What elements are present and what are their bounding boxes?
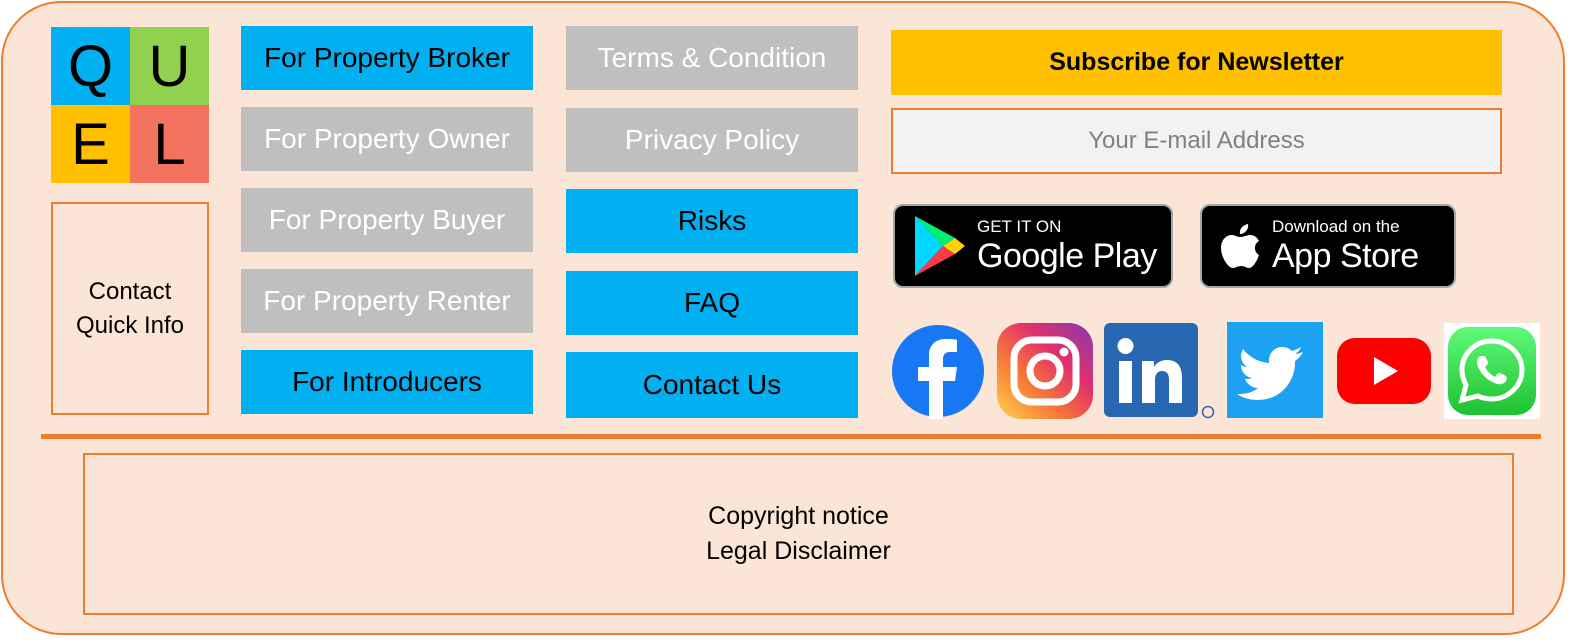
- app-store-small-text: Download on the: [1272, 217, 1400, 236]
- nav-property-broker[interactable]: For Property Broker: [241, 26, 533, 90]
- instagram-icon[interactable]: [997, 323, 1093, 419]
- nav-property-buyer[interactable]: For Property Buyer: [241, 188, 533, 252]
- apple-icon: [1221, 224, 1259, 268]
- linkedin-icon[interactable]: [1104, 323, 1216, 421]
- quel-logo[interactable]: Q U E L: [51, 27, 209, 184]
- logo-letter-q: Q: [51, 27, 130, 105]
- facebook-icon[interactable]: [890, 323, 986, 419]
- nav-introducers[interactable]: For Introducers: [241, 350, 533, 414]
- google-play-badge[interactable]: GET IT ON Google Play: [893, 204, 1173, 288]
- footer-panel: Q U E L Contact Quick Info For Property …: [1, 1, 1565, 635]
- legal-section: Copyright notice Legal Disclaimer: [83, 453, 1514, 615]
- nav-contact-us[interactable]: Contact Us: [566, 352, 858, 418]
- twitter-icon[interactable]: [1227, 322, 1323, 418]
- app-store-badge[interactable]: Download on the App Store: [1200, 204, 1456, 288]
- youtube-icon[interactable]: [1335, 323, 1433, 419]
- app-store-big-text: App Store: [1272, 237, 1419, 275]
- nav-terms-condition[interactable]: Terms & Condition: [566, 26, 858, 90]
- contact-info-line1: Contact: [88, 277, 172, 305]
- nav-faq[interactable]: FAQ: [566, 271, 858, 335]
- nav-risks[interactable]: Risks: [566, 189, 858, 253]
- contact-quick-info: Contact Quick Info: [51, 202, 209, 415]
- google-play-icon: [915, 216, 965, 276]
- footer-divider: [41, 434, 1541, 439]
- nav-property-owner[interactable]: For Property Owner: [241, 107, 533, 171]
- legal-disclaimer: Legal Disclaimer: [706, 537, 891, 565]
- logo-letter-u: U: [130, 27, 209, 105]
- email-field[interactable]: [891, 108, 1502, 174]
- newsletter-subscribe-button[interactable]: Subscribe for Newsletter: [891, 30, 1502, 95]
- nav-privacy-policy[interactable]: Privacy Policy: [566, 108, 858, 172]
- logo-letter-e: E: [51, 105, 130, 183]
- google-play-small-text: GET IT ON: [977, 217, 1062, 236]
- google-play-big-text: Google Play: [977, 237, 1157, 275]
- logo-letter-l: L: [130, 105, 209, 183]
- contact-info-line2: Quick Info: [75, 311, 185, 339]
- nav-property-renter[interactable]: For Property Renter: [241, 269, 533, 333]
- whatsapp-icon[interactable]: [1444, 323, 1540, 419]
- copyright-notice: Copyright notice: [708, 502, 889, 530]
